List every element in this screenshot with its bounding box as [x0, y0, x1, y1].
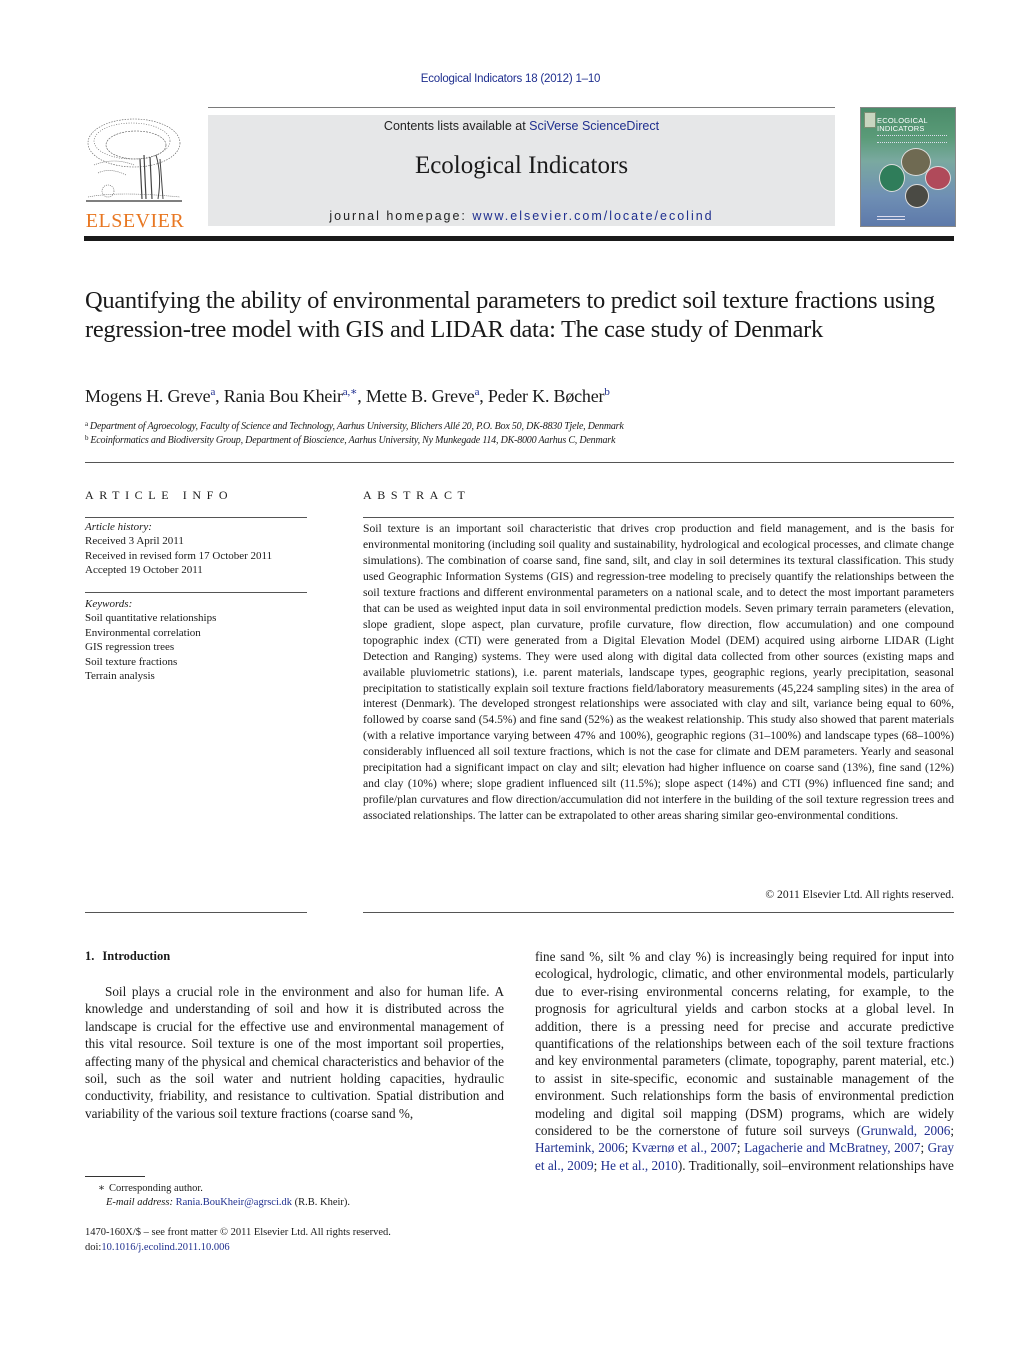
- journal-reference[interactable]: Ecological Indicators 18 (2012) 1–10: [0, 73, 1021, 85]
- keyword-item: Environmental correlation: [85, 626, 201, 639]
- affiliation-a: a Department of Agroecology, Faculty of S…: [85, 420, 624, 432]
- header-rule: [208, 107, 835, 108]
- divider: [363, 912, 954, 913]
- citation-link[interactable]: He et al., 2010: [601, 1158, 678, 1173]
- history-item: Accepted 19 October 2011: [85, 564, 203, 577]
- author-name[interactable]: Mogens H. Greve: [85, 386, 211, 406]
- corresponding-author-note: ∗ Corresponding author.: [85, 1182, 203, 1196]
- email-label: E-mail address:: [106, 1197, 173, 1208]
- header-heavy-rule: [84, 236, 954, 241]
- elsevier-logo[interactable]: ELSEVIER: [84, 115, 186, 232]
- email-note: E-mail address: Rania.BouKheir@agrsci.dk…: [85, 1196, 350, 1210]
- divider: [85, 912, 307, 913]
- affiliation-text: Ecoinformatics and Biodiversity Group, D…: [90, 435, 616, 446]
- journal-banner: Contents lists available at SciVerse Sci…: [208, 115, 835, 226]
- homepage-line: journal homepage: www.elsevier.com/locat…: [208, 209, 835, 223]
- abstract-text: Soil texture is an important soil charac…: [363, 522, 954, 823]
- citation-link[interactable]: Lagacherie and McBratney, 2007: [744, 1140, 920, 1155]
- section-heading-introduction: 1. Introduction: [85, 949, 170, 964]
- article-title: Quantifying the ability of environmental…: [85, 287, 935, 343]
- homepage-link[interactable]: www.elsevier.com/locate/ecolind: [472, 209, 713, 223]
- author-affiliation-mark[interactable]: a: [210, 386, 215, 398]
- history-item: Received in revised form 17 October 2011: [85, 549, 273, 562]
- abstract-copyright: © 2011 Elsevier Ltd. All rights reserved…: [765, 888, 954, 901]
- author-name[interactable]: Mette B. Greve: [366, 386, 475, 406]
- cover-footer: [877, 216, 905, 220]
- author-affiliation-mark[interactable]: a,∗: [343, 386, 358, 398]
- citation-link[interactable]: Grunwald, 2006: [861, 1123, 950, 1138]
- divider: [85, 517, 307, 518]
- author-name[interactable]: Peder K. Bøcher: [488, 386, 605, 406]
- affiliation-key: b: [85, 434, 89, 442]
- author-affiliation-mark[interactable]: b: [604, 386, 610, 398]
- email-suffix: (R.B. Kheir).: [292, 1197, 351, 1208]
- doi-line: doi:10.1016/j.ecolind.2011.10.006: [85, 1241, 230, 1255]
- keyword-item: Terrain analysis: [85, 670, 155, 683]
- divider: [363, 517, 954, 518]
- section-number: 1.: [85, 949, 95, 963]
- author-affiliation-mark[interactable]: a: [475, 386, 480, 398]
- sciencedirect-link[interactable]: SciVerse ScienceDirect: [529, 119, 659, 133]
- body-text: fine sand %, silt % and clay %) is incre…: [535, 949, 954, 1139]
- divider: [85, 592, 307, 593]
- history-item: Received 3 April 2011: [85, 535, 184, 548]
- author-name[interactable]: Rania Bou Kheir: [224, 386, 343, 406]
- journal-cover-image[interactable]: ECOLOGICAL INDICATORS: [860, 107, 956, 227]
- contents-prefix: Contents lists available at: [383, 119, 530, 133]
- history-label: Article history:: [85, 521, 152, 533]
- cover-subtitle: [877, 135, 947, 143]
- email-link[interactable]: Rania.BouKheir@agrsci.dk: [176, 1197, 292, 1208]
- author-list: Mogens H. Grevea, Rania Bou Kheira,∗, Me…: [85, 386, 610, 406]
- cover-publisher-badge: [864, 112, 876, 128]
- keyword-item: GIS regression trees: [85, 641, 175, 654]
- body-column-left: Soil plays a crucial role in the environ…: [85, 984, 504, 1121]
- cover-photo-field: [905, 184, 929, 208]
- corresponding-label: Corresponding author.: [109, 1183, 203, 1194]
- body-text: ). Traditionally, soil–environment relat…: [677, 1157, 954, 1173]
- affiliation-key: a: [85, 420, 88, 428]
- cover-title: ECOLOGICAL INDICATORS: [877, 117, 928, 133]
- elsevier-tree-icon: [86, 118, 182, 202]
- article-info-heading: ARTICLE INFO: [85, 488, 234, 502]
- citation-link[interactable]: Hartemink, 2006: [535, 1140, 625, 1155]
- elsevier-wordmark: ELSEVIER: [85, 210, 185, 232]
- keywords-label: Keywords:: [85, 598, 133, 610]
- footnote-rule: [85, 1176, 145, 1177]
- divider: [85, 462, 954, 463]
- citation-link[interactable]: Kværnø et al., 2007: [632, 1140, 737, 1155]
- article-history: Article history: Received 3 April 2011 R…: [85, 520, 272, 578]
- footnote-star: ∗: [97, 1183, 105, 1194]
- doi-prefix: doi:: [85, 1242, 102, 1253]
- issn-line: 1470-160X/$ – see front matter © 2011 El…: [85, 1227, 391, 1238]
- section-title: Introduction: [102, 949, 171, 963]
- contents-line: Contents lists available at SciVerse Sci…: [208, 119, 835, 133]
- cover-photo-book: [925, 166, 951, 190]
- body-column-right: fine sand %, silt % and clay %) is incre…: [535, 949, 955, 1173]
- affiliation-b: b Ecoinformatics and Biodiversity Group, …: [85, 434, 615, 446]
- cover-title-line2: INDICATORS: [877, 124, 925, 133]
- doi-link[interactable]: 10.1016/j.ecolind.2011.10.006: [101, 1242, 229, 1253]
- keyword-item: Soil texture fractions: [85, 655, 178, 668]
- cover-photo-mineral: [879, 164, 905, 192]
- keywords: Keywords: Soil quantitative relationship…: [85, 597, 216, 683]
- homepage-prefix: journal homepage:: [329, 209, 473, 223]
- keyword-item: Soil quantitative relationships: [85, 612, 217, 625]
- journal-title: Ecological Indicators: [414, 152, 629, 179]
- abstract-heading: ABSTRACT: [363, 488, 471, 502]
- affiliation-text: Department of Agroecology, Faculty of Sc…: [89, 421, 624, 432]
